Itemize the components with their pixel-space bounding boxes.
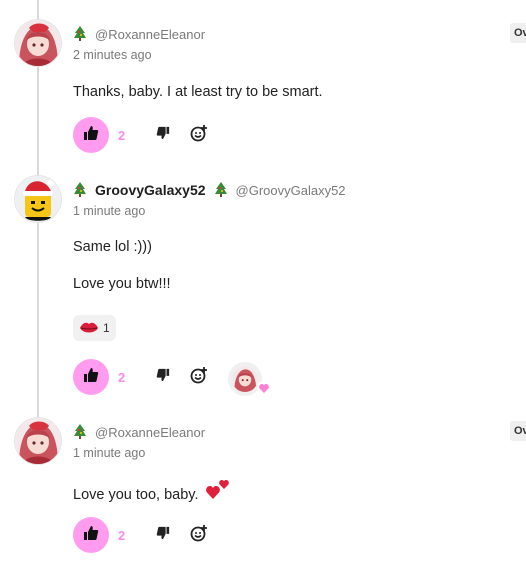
- user-handle[interactable]: @RoxanneEleanor: [95, 425, 205, 440]
- overflow-tag[interactable]: Ov: [510, 421, 526, 441]
- comment-actions: 2: [73, 517, 210, 553]
- avatar[interactable]: [15, 418, 61, 464]
- like-count: 2: [118, 527, 126, 543]
- timestamp[interactable]: 1 minute ago: [73, 446, 145, 460]
- comment: @RoxanneEleanor 1 minute ago Love you to…: [0, 0, 526, 577]
- two-hearts-icon: [205, 478, 231, 504]
- tree-icon: [73, 424, 87, 440]
- dislike-button[interactable]: [152, 524, 174, 546]
- like-button[interactable]: [73, 517, 109, 553]
- add-reaction-icon: [190, 524, 208, 547]
- comment-text: Love you too, baby.: [73, 486, 199, 503]
- thumbs-up-icon: [83, 525, 99, 546]
- comment-text-row: Love you too, baby.: [73, 480, 231, 508]
- thumbs-down-icon: [156, 526, 170, 545]
- add-reaction-button[interactable]: [188, 524, 210, 546]
- comment-header: @RoxanneEleanor: [73, 423, 205, 441]
